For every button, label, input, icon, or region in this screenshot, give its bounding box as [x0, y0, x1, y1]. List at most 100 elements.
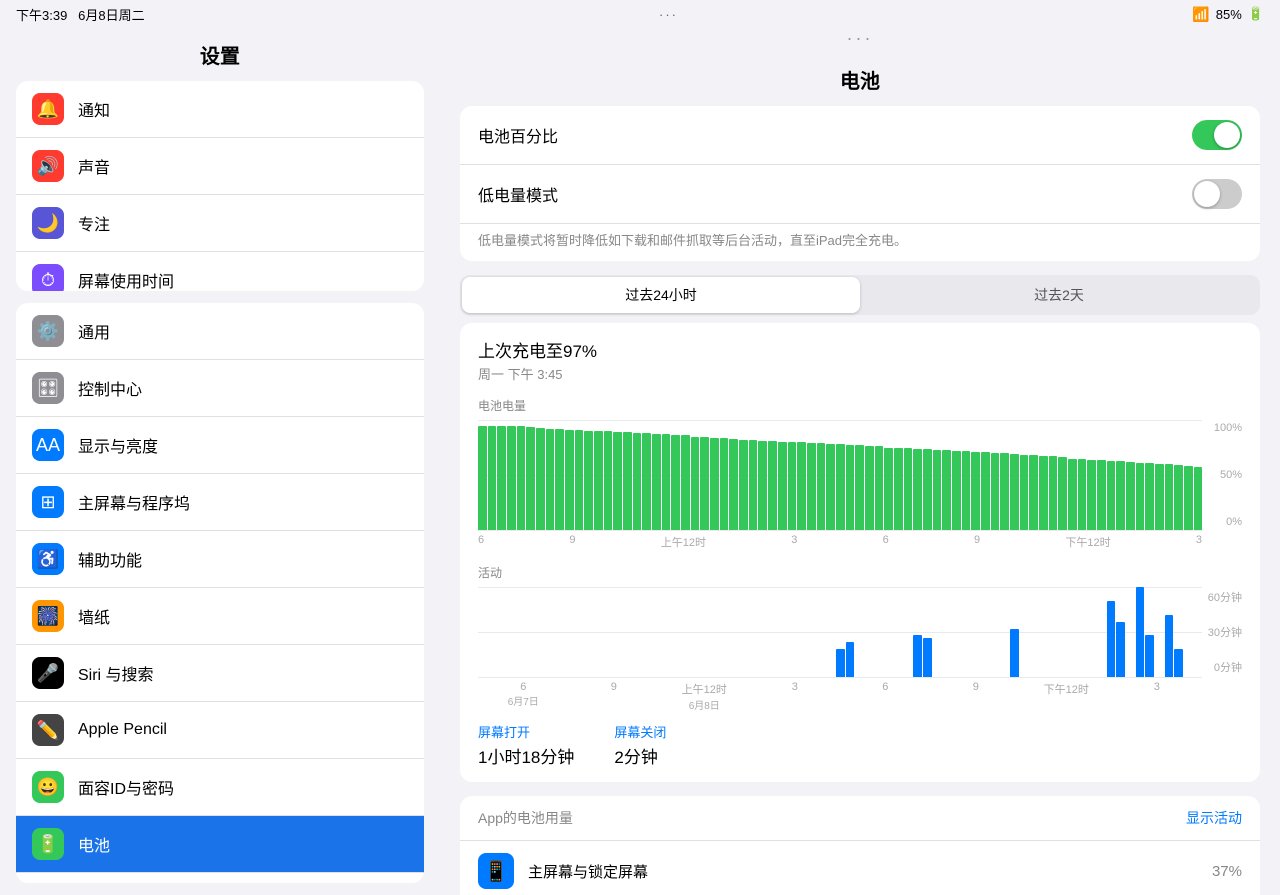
activity-bar [1165, 615, 1174, 677]
battery-bar [671, 435, 680, 530]
battery-bar [1068, 459, 1077, 531]
tab-2d[interactable]: 过去2天 [860, 277, 1258, 313]
screen-time-icon: ⏱ [32, 264, 64, 291]
battery-bar [846, 445, 855, 530]
activity-bars [478, 587, 1202, 677]
sidebar-item-face-id[interactable]: 😀面容ID与密码 [16, 759, 424, 816]
battery-bar [652, 434, 661, 530]
battery-bar [700, 437, 709, 531]
show-activity-link[interactable]: 显示活动 [1186, 808, 1242, 828]
app-icon: 📱 [478, 853, 514, 889]
sidebar-item-battery[interactable]: 🔋电池 [16, 816, 424, 873]
battery-bar [913, 449, 922, 530]
activity-y-labels: 60分钟 30分钟 0分钟 [1202, 587, 1242, 677]
sidebar-item-display[interactable]: AA 显示与亮度 [16, 417, 424, 474]
low-power-toggle[interactable] [1192, 179, 1242, 209]
app-usage-header: App的电池用量 显示活动 [460, 796, 1260, 841]
battery-bar [1174, 465, 1183, 530]
sidebar-item-screen-time[interactable]: ⏱屏幕使用时间 [16, 252, 424, 291]
sidebar-item-accessibility[interactable]: ♿辅助功能 [16, 531, 424, 588]
battery-bar [1000, 453, 1009, 530]
battery-bar [768, 441, 777, 530]
sidebar-item-siri[interactable]: 🎤 Siri 与搜索 [16, 645, 424, 702]
battery-bar [1087, 460, 1096, 530]
display-label: 显示与亮度 [78, 433, 158, 457]
activity-chart-label: 活动 [478, 564, 1242, 581]
activity-x-group: 9 [569, 681, 660, 712]
activity-x-labels: 66月7日9上午12时6月8日369下午12时3 [478, 681, 1242, 712]
activity-x-group: 上午12时6月8日 [659, 681, 750, 712]
status-date: 6月8日周二 [78, 8, 144, 23]
battery-bar [604, 431, 613, 530]
battery-bar [1165, 464, 1174, 530]
tab-24h[interactable]: 过去24小时 [462, 277, 860, 313]
battery-bars [478, 420, 1202, 530]
battery-bar [855, 445, 864, 530]
battery-bar [749, 440, 758, 530]
control-center-label: 控制中心 [78, 376, 142, 400]
battery-bar [817, 443, 826, 530]
screen-off-stat: 屏幕关闭 2分钟 [614, 722, 666, 768]
activity-bar [836, 649, 845, 677]
battery-x-label: 6 [883, 534, 889, 550]
battery-bar [991, 453, 1000, 530]
sidebar-item-apple-pencil[interactable]: ✏️Apple Pencil [16, 702, 424, 759]
time-tab-bar: 过去24小时 过去2天 [460, 275, 1260, 315]
sidebar-item-wallpaper[interactable]: 🎆墙纸 [16, 588, 424, 645]
battery-bar [691, 437, 700, 531]
notifications-icon: 🔔 [32, 93, 64, 125]
activity-bar [1136, 587, 1145, 677]
siri-icon: 🎤 [32, 657, 64, 689]
activity-bar [913, 635, 922, 677]
battery-bar [797, 442, 806, 530]
sidebar: 设置 🔔通知🔊声音🌙专注⏱屏幕使用时间 ⚙️通用🎛控制中心AA显示与亮度⊞主屏幕… [0, 28, 440, 895]
panel-dots: ··· [440, 28, 1280, 49]
focus-label: 专注 [78, 211, 110, 235]
low-power-row: 低电量模式 [460, 165, 1260, 224]
battery-bar [478, 426, 487, 531]
last-charge-time: 周一 下午 3:45 [478, 364, 1242, 383]
home-screen-label: 主屏幕与程序坞 [78, 490, 190, 514]
battery-bar [942, 450, 951, 530]
battery-bar [894, 448, 903, 531]
battery-bar [536, 428, 545, 530]
low-power-label: 低电量模式 [478, 182, 558, 206]
battery-x-label: 上午12时 [661, 534, 706, 550]
app-usage-row[interactable]: 📱主屏幕与锁定屏幕37% [460, 841, 1260, 895]
battery-bar [923, 449, 932, 530]
battery-x-label: 3 [1196, 534, 1202, 550]
sidebar-item-home-screen[interactable]: ⊞主屏幕与程序坞 [16, 474, 424, 531]
battery-bar [584, 431, 593, 530]
activity-bar [1145, 635, 1154, 677]
sidebar-item-sounds[interactable]: 🔊声音 [16, 138, 424, 195]
toggle-knob [1214, 122, 1240, 148]
focus-icon: 🌙 [32, 207, 64, 239]
battery-bar [1049, 456, 1058, 530]
sidebar-item-focus[interactable]: 🌙 专注 [16, 195, 424, 252]
battery-bar [1145, 463, 1154, 530]
battery-bar [488, 426, 497, 531]
sidebar-item-control-center[interactable]: 🎛控制中心 [16, 360, 424, 417]
siri-label: Siri 与搜索 [78, 661, 154, 685]
display-icon: AA [32, 429, 64, 461]
app-usage-card: App的电池用量 显示活动 📱主屏幕与锁定屏幕37%🧭Safari浏览器13% [460, 796, 1260, 895]
battery-chart-label: 电池电量 [478, 397, 1242, 414]
battery-bar [642, 433, 651, 530]
battery-bar [681, 435, 690, 530]
sidebar-item-notifications[interactable]: 🔔通知 [16, 81, 424, 138]
battery-bar [758, 441, 767, 530]
app-usage-rows: 📱主屏幕与锁定屏幕37%🧭Safari浏览器13% [460, 841, 1260, 895]
sidebar-group-2: ⚙️通用🎛控制中心 AA 显示与亮度 ⊞主屏幕与程序坞♿辅助功能🎆墙纸 🎤 Siri 与搜… [16, 303, 424, 883]
app-usage-label: App的电池用量 [478, 808, 573, 828]
face-id-icon: 😀 [32, 771, 64, 803]
sidebar-item-privacy[interactable]: ✋隐私 [16, 873, 424, 883]
battery-percentage-status: 85% [1216, 7, 1242, 22]
activity-bar [1116, 622, 1125, 677]
toggle-knob-2 [1194, 181, 1220, 207]
sidebar-item-general[interactable]: ⚙️通用 [16, 303, 424, 360]
status-time-date: 下午3:39 6月8日周二 [16, 5, 145, 24]
battery-percentage-toggle[interactable] [1192, 120, 1242, 150]
battery-bar [1116, 461, 1125, 530]
status-time: 下午3:39 [16, 8, 67, 23]
accessibility-icon: ♿ [32, 543, 64, 575]
